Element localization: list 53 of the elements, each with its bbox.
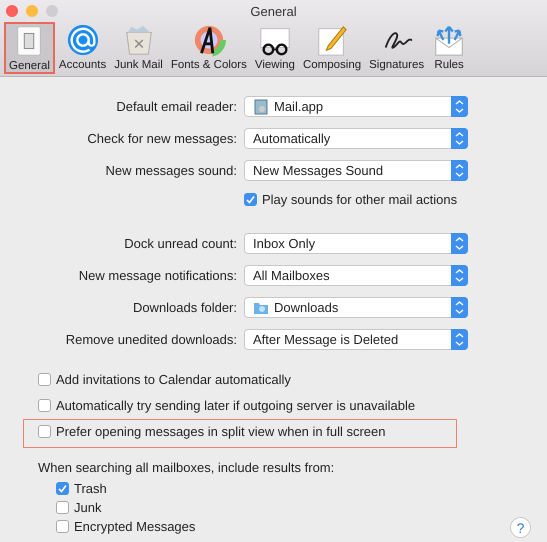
- checkbox-label: Automatically try sending later if outgoing server is unavailable: [56, 398, 416, 413]
- checkbox[interactable]: [38, 399, 51, 412]
- checkbox[interactable]: [38, 425, 51, 438]
- toolbar-tab[interactable]: Signatures: [365, 22, 428, 74]
- toolbar-tab[interactable]: General: [4, 22, 55, 74]
- checkbox-label: Prefer opening messages in split view when in full screen: [56, 424, 386, 439]
- popup-menu[interactable]: All Mailboxes: [244, 265, 468, 286]
- at-sign-icon: [66, 23, 100, 57]
- toolbar-tab[interactable]: Junk Mail: [110, 22, 167, 74]
- setting-label: New message notifications:: [78, 268, 237, 283]
- stepper-icon: [451, 160, 468, 181]
- checkbox-label: Play sounds for other mail actions: [262, 192, 458, 207]
- checkmark-icon: [58, 484, 67, 493]
- setting-label: Check for new messages:: [86, 131, 237, 146]
- stepper-icon: [451, 96, 468, 117]
- stamp-icon: [253, 98, 269, 114]
- checkbox[interactable]: [38, 373, 51, 386]
- setting-label: Dock unread count:: [123, 236, 237, 251]
- toolbar-tab[interactable]: Rules: [428, 22, 470, 74]
- popup-menu[interactable]: Automatically: [244, 128, 468, 149]
- popup-menu[interactable]: Mail.app: [244, 96, 468, 117]
- checkbox-label: Junk: [74, 500, 102, 515]
- popup-menu[interactable]: After Message is Deleted: [244, 329, 468, 350]
- window-title: General: [250, 4, 297, 18]
- checkmark-icon: [246, 195, 255, 204]
- setting-label: Downloads folder:: [132, 300, 237, 315]
- checkbox-label: Encrypted Messages: [74, 519, 196, 534]
- toolbar-tab[interactable]: Viewing: [250, 22, 299, 74]
- toolbar-tab[interactable]: Fonts & Colors: [166, 22, 251, 74]
- popup-menu[interactable]: Inbox Only: [244, 233, 468, 254]
- help-button[interactable]: ?: [510, 517, 531, 538]
- zoom-button[interactable]: [46, 5, 58, 17]
- checkbox[interactable]: [56, 501, 69, 514]
- popup-menu[interactable]: New Messages Sound: [244, 160, 468, 181]
- popup-menu[interactable]: Downloads: [244, 297, 468, 318]
- checkbox-label: Trash: [74, 481, 107, 496]
- checkbox[interactable]: [244, 193, 257, 206]
- stepper-icon: [451, 265, 468, 286]
- toolbar-tab[interactable]: Composing: [298, 22, 366, 74]
- setting-label: Remove unedited downloads:: [64, 332, 237, 347]
- stepper-icon: [451, 233, 468, 254]
- setting-label: Default email reader:: [115, 99, 237, 114]
- toolbar-tab[interactable]: Accounts: [54, 22, 110, 74]
- checkbox[interactable]: [56, 482, 69, 495]
- section-heading: When searching all mailboxes, include results from:: [38, 460, 336, 475]
- stepper-icon: [451, 128, 468, 149]
- setting-label: New messages sound:: [104, 163, 237, 178]
- minimize-button[interactable]: [26, 5, 38, 17]
- close-button[interactable]: [6, 5, 18, 17]
- checkbox[interactable]: [56, 520, 69, 533]
- stepper-icon: [451, 297, 468, 318]
- stepper-icon: [451, 329, 468, 350]
- checkbox-label: Add invitations to Calendar automatically: [56, 372, 291, 387]
